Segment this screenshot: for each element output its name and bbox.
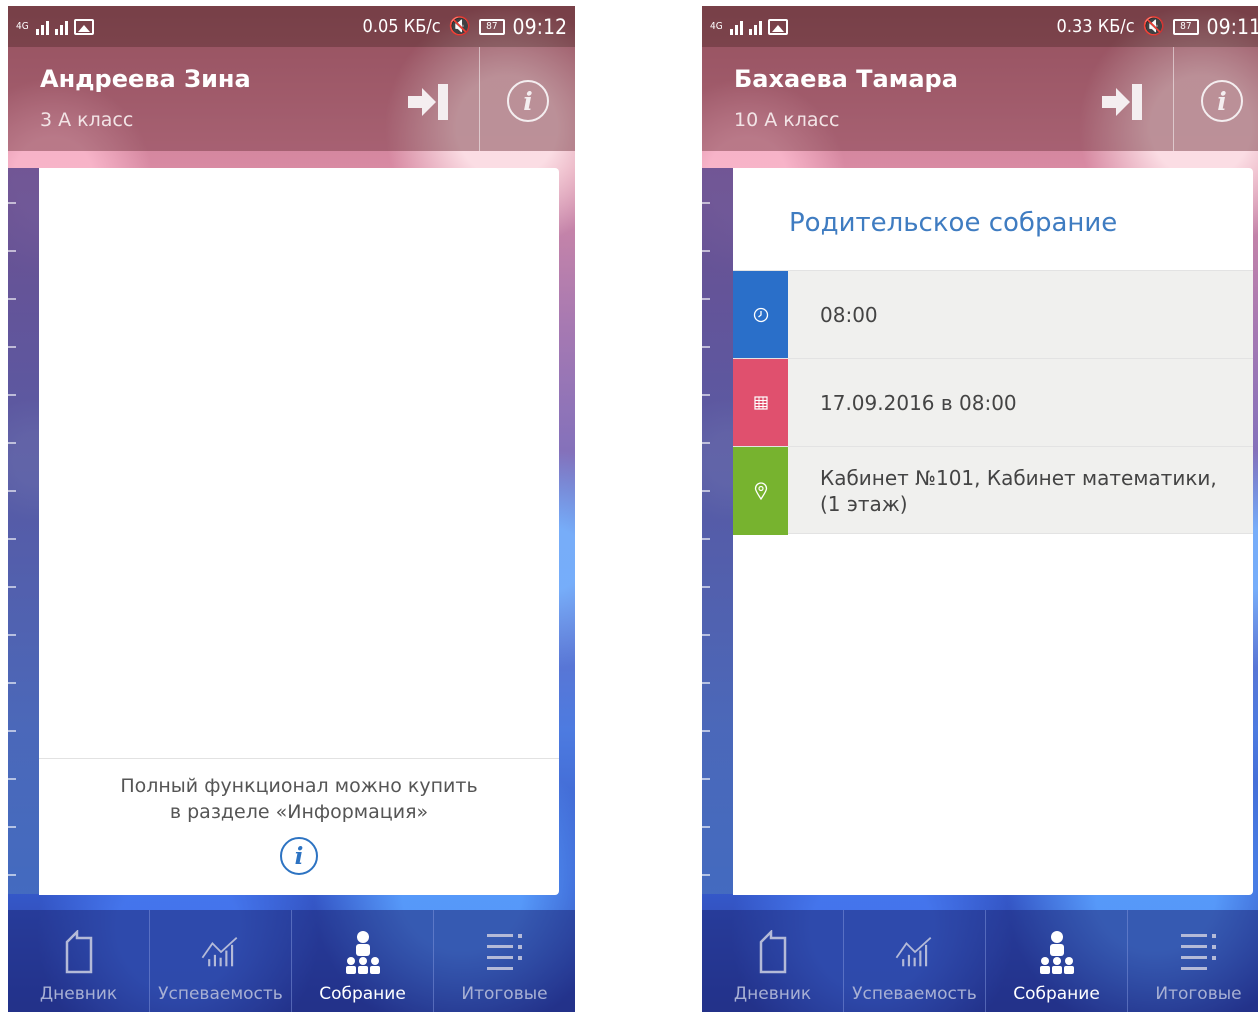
notebook-spine <box>8 168 39 894</box>
logout-icon[interactable] <box>406 82 454 122</box>
app-header: Бахаева Тамара 10 А класс i <box>702 47 1258 151</box>
student-name: Андреева Зина <box>40 65 251 93</box>
tab-diary[interactable]: Дневник <box>8 910 150 1012</box>
info-icon[interactable]: i <box>507 80 549 122</box>
info-icon[interactable]: i <box>1201 80 1243 122</box>
app-header: Андреева Зина 3 А класс i <box>8 47 575 151</box>
network-speed: 0.05 КБ/с <box>362 16 441 37</box>
battery-icon: 87 <box>1173 18 1199 35</box>
clock-time: 09:11 <box>1206 14 1258 39</box>
meeting-date: 17.09.2016 в 08:00 <box>820 391 1017 415</box>
calendar-icon <box>733 359 788 447</box>
meeting-time: 08:00 <box>820 303 878 327</box>
meeting-title: Родительское собрание <box>789 208 1118 238</box>
meeting-location-row: Кабинет №101, Кабинет математики, (1 эта… <box>733 446 1253 535</box>
bottom-nav: Дневник Успеваемость Собрание Итоговые <box>8 910 575 1012</box>
tab-label: Итоговые <box>1155 984 1242 1004</box>
phone-screen-2: 4G 0.33 КБ/с 🔇 87 09:11 Бахаева Тамара 1… <box>702 6 1258 1012</box>
logout-icon[interactable] <box>1100 82 1148 122</box>
tab-progress[interactable]: Успеваемость <box>150 910 292 1012</box>
network-type: 4G <box>710 20 723 32</box>
meeting-date-row: 17.09.2016 в 08:00 <box>733 358 1253 447</box>
tab-label: Дневник <box>733 984 812 1004</box>
mute-icon: 🔇 <box>448 16 472 37</box>
notebook-spine <box>702 168 733 894</box>
header-divider <box>1173 47 1174 151</box>
tab-meeting[interactable]: Собрание <box>292 910 434 1012</box>
clock-time: 09:12 <box>512 14 567 39</box>
phone-screen-1: 4G 0.05 КБ/с 🔇 87 09:12 Андреева Зина 3 … <box>8 6 575 1012</box>
diary-icon <box>59 928 99 976</box>
battery-icon: 87 <box>479 18 505 35</box>
tab-finals[interactable]: Итоговые <box>1128 910 1258 1012</box>
image-icon <box>74 18 94 35</box>
tab-progress[interactable]: Успеваемость <box>844 910 986 1012</box>
info-icon[interactable]: i <box>280 837 318 875</box>
signal-icon <box>749 19 762 35</box>
promo-text-line-2: в разделе «Информация» <box>169 801 429 823</box>
header-divider <box>479 47 480 151</box>
image-icon <box>768 18 788 35</box>
tab-label: Итоговые <box>461 984 548 1004</box>
signal-icon <box>36 19 49 35</box>
chart-icon <box>201 928 241 976</box>
purchase-promo: Полный функционал можно купить в разделе… <box>39 758 559 895</box>
student-name: Бахаева Тамара <box>734 65 958 93</box>
signal-icon <box>55 19 68 35</box>
meeting-icon <box>1037 928 1077 976</box>
network-speed: 0.33 КБ/с <box>1056 16 1135 37</box>
list-icon <box>485 928 525 976</box>
chart-icon <box>895 928 935 976</box>
tab-meeting[interactable]: Собрание <box>986 910 1128 1012</box>
network-type: 4G <box>16 20 29 32</box>
meeting-time-row: 08:00 <box>733 270 1253 359</box>
content-card: Полный функционал можно купить в разделе… <box>39 168 559 895</box>
tab-label: Собрание <box>1013 984 1100 1004</box>
student-class: 3 А класс <box>40 109 134 131</box>
status-bar: 4G 0.33 КБ/с 🔇 87 09:11 <box>702 6 1258 47</box>
list-icon <box>1179 928 1219 976</box>
student-class: 10 А класс <box>734 109 840 131</box>
bottom-nav: Дневник Успеваемость Собрание Итоговые <box>702 910 1258 1012</box>
tab-label: Успеваемость <box>852 984 977 1004</box>
tab-label: Дневник <box>39 984 118 1004</box>
status-bar: 4G 0.05 КБ/с 🔇 87 09:12 <box>8 6 575 47</box>
tab-finals[interactable]: Итоговые <box>434 910 575 1012</box>
diary-icon <box>753 928 793 976</box>
clock-icon <box>733 271 788 359</box>
tab-diary[interactable]: Дневник <box>702 910 844 1012</box>
content-card: Родительское собрание 08:00 17.09.2016 в… <box>733 168 1253 895</box>
mute-icon: 🔇 <box>1142 16 1166 37</box>
signal-icon <box>730 19 743 35</box>
promo-text-line-1: Полный функционал можно купить <box>120 775 478 797</box>
tab-label: Успеваемость <box>158 984 283 1004</box>
tab-label: Собрание <box>319 984 406 1004</box>
meeting-location: Кабинет №101, Кабинет математики, (1 эта… <box>820 466 1217 516</box>
meeting-icon <box>343 928 383 976</box>
location-pin-icon <box>733 447 788 535</box>
